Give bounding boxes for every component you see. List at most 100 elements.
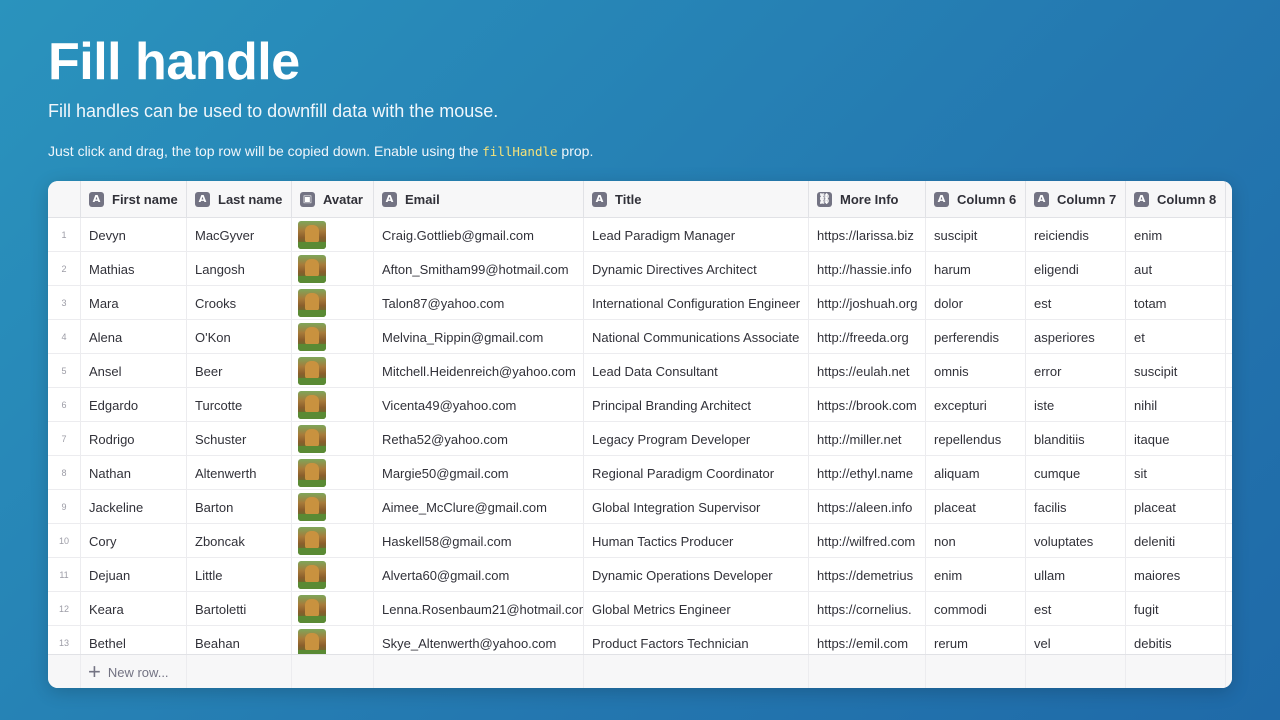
cell-email[interactable]: Retha52@yahoo.com [374, 422, 584, 456]
cell-last[interactable]: Langosh [187, 252, 292, 286]
cell-c6[interactable]: aliquam [926, 456, 1026, 490]
cell-c6[interactable]: harum [926, 252, 1026, 286]
cell-c8[interactable]: maiores [1126, 558, 1226, 592]
cell-email[interactable]: Talon87@yahoo.com [374, 286, 584, 320]
cell-email[interactable]: Alverta60@gmail.com [374, 558, 584, 592]
cell-c7[interactable]: reiciendis [1026, 218, 1126, 252]
cell-avatar[interactable] [292, 320, 374, 354]
cell-c6[interactable]: placeat [926, 490, 1026, 524]
cell-avatar[interactable] [292, 490, 374, 524]
cell-last[interactable]: Schuster [187, 422, 292, 456]
cell-c7[interactable]: ullam [1026, 558, 1126, 592]
cell-c6[interactable]: suscipit [926, 218, 1026, 252]
cell-c6[interactable]: perferendis [926, 320, 1026, 354]
cell-c7[interactable]: eligendi [1026, 252, 1126, 286]
cell-c6[interactable]: dolor [926, 286, 1026, 320]
new-row-button[interactable]: + New row... [88, 655, 169, 688]
cell-c6[interactable]: excepturi [926, 388, 1026, 422]
cell-avatar[interactable] [292, 558, 374, 592]
cell-first[interactable]: Jackeline [81, 490, 187, 524]
cell-first[interactable]: Nathan [81, 456, 187, 490]
cell-c7[interactable]: est [1026, 286, 1126, 320]
cell-avatar[interactable] [292, 456, 374, 490]
table-row[interactable]: 3 Mara Crooks Talon87@yahoo.com Internationa… [48, 286, 1232, 320]
cell-title[interactable]: Regional Paradigm Coordinator [584, 456, 809, 490]
cell-avatar[interactable] [292, 286, 374, 320]
table-row[interactable]: 12 Keara Bartoletti Lenna.Rosenbaum21@hotma… [48, 592, 1232, 626]
cell-last[interactable]: Altenwerth [187, 456, 292, 490]
column-header-9[interactable]: A Column 8 [1126, 181, 1226, 218]
cell-c8[interactable]: totam [1126, 286, 1226, 320]
cell-title[interactable]: National Communications Associate [584, 320, 809, 354]
cell-avatar[interactable] [292, 592, 374, 626]
cell-first[interactable]: Alena [81, 320, 187, 354]
cell-c7[interactable]: facilis [1026, 490, 1126, 524]
column-header-4[interactable]: A Email [374, 181, 584, 218]
cell-avatar[interactable] [292, 218, 374, 252]
table-row[interactable]: 4 Alena O'Kon Melvina_Rippin@gmail.com Natio… [48, 320, 1232, 354]
cell-first[interactable]: Mara [81, 286, 187, 320]
cell-first[interactable]: Ansel [81, 354, 187, 388]
cell-email[interactable]: Lenna.Rosenbaum21@hotmail.com [374, 592, 584, 626]
data-grid[interactable]: A First name A Last name ▣ Avatar A Email A Title… [48, 181, 1232, 688]
cell-avatar[interactable] [292, 354, 374, 388]
cell-last[interactable]: Beer [187, 354, 292, 388]
cell-c7[interactable]: iste [1026, 388, 1126, 422]
cell-info[interactable]: https://aleen.info [809, 490, 926, 524]
cell-c8[interactable]: sit [1126, 456, 1226, 490]
cell-c7[interactable]: blanditiis [1026, 422, 1126, 456]
cell-email[interactable]: Aimee_McClure@gmail.com [374, 490, 584, 524]
cell-last[interactable]: Bartoletti [187, 592, 292, 626]
column-header-6[interactable]: ⛓ More Info [809, 181, 926, 218]
cell-email[interactable]: Mitchell.Heidenreich@yahoo.com [374, 354, 584, 388]
column-header-8[interactable]: A Column 7 [1026, 181, 1126, 218]
cell-last[interactable]: Barton [187, 490, 292, 524]
cell-c6[interactable]: commodi [926, 592, 1026, 626]
cell-c8[interactable]: enim [1126, 218, 1226, 252]
cell-c6[interactable]: repellendus [926, 422, 1026, 456]
table-row[interactable]: 8 Nathan Altenwerth Margie50@gmail.com Regio… [48, 456, 1232, 490]
cell-title[interactable]: Global Metrics Engineer [584, 592, 809, 626]
cell-c8[interactable]: fugit [1126, 592, 1226, 626]
cell-email[interactable]: Craig.Gottlieb@gmail.com [374, 218, 584, 252]
cell-c8[interactable]: et [1126, 320, 1226, 354]
cell-info[interactable]: http://ethyl.name [809, 456, 926, 490]
cell-c8[interactable]: placeat [1126, 490, 1226, 524]
cell-info[interactable]: https://cornelius. [809, 592, 926, 626]
table-row[interactable]: 11 Dejuan Little Alverta60@gmail.com Dynamic… [48, 558, 1232, 592]
table-row[interactable]: 2 Mathias Langosh Afton_Smitham99@hotmail.c… [48, 252, 1232, 286]
cell-info[interactable]: http://miller.net [809, 422, 926, 456]
cell-email[interactable]: Melvina_Rippin@gmail.com [374, 320, 584, 354]
table-row[interactable]: 10 Cory Zboncak Haskell58@gmail.com Human Ta… [48, 524, 1232, 558]
cell-c6[interactable]: non [926, 524, 1026, 558]
cell-first[interactable]: Edgardo [81, 388, 187, 422]
cell-last[interactable]: Zboncak [187, 524, 292, 558]
column-header-2[interactable]: A Last name [187, 181, 292, 218]
cell-first[interactable]: Mathias [81, 252, 187, 286]
cell-email[interactable]: Vicenta49@yahoo.com [374, 388, 584, 422]
cell-title[interactable]: Dynamic Operations Developer [584, 558, 809, 592]
column-header-3[interactable]: ▣ Avatar [292, 181, 374, 218]
cell-title[interactable]: Human Tactics Producer [584, 524, 809, 558]
cell-email[interactable]: Margie50@gmail.com [374, 456, 584, 490]
cell-title[interactable]: Global Integration Supervisor [584, 490, 809, 524]
cell-info[interactable]: https://eulah.net [809, 354, 926, 388]
table-row[interactable]: 7 Rodrigo Schuster Retha52@yahoo.com Legacy … [48, 422, 1232, 456]
cell-c7[interactable]: error [1026, 354, 1126, 388]
cell-info[interactable]: http://joshuah.org [809, 286, 926, 320]
cell-c6[interactable]: omnis [926, 354, 1026, 388]
cell-title[interactable]: Principal Branding Architect [584, 388, 809, 422]
cell-last[interactable]: Turcotte [187, 388, 292, 422]
cell-avatar[interactable] [292, 388, 374, 422]
table-row[interactable]: 1 Devyn MacGyver Craig.Gottlieb@gmail.com Le… [48, 218, 1232, 252]
cell-avatar[interactable] [292, 252, 374, 286]
table-row[interactable]: 9 Jackeline Barton Aimee_McClure@gmail.com G… [48, 490, 1232, 524]
cell-info[interactable]: https://demetrius [809, 558, 926, 592]
cell-c8[interactable]: nihil [1126, 388, 1226, 422]
cell-c8[interactable]: deleniti [1126, 524, 1226, 558]
cell-last[interactable]: O'Kon [187, 320, 292, 354]
cell-first[interactable]: Cory [81, 524, 187, 558]
cell-c7[interactable]: cumque [1026, 456, 1126, 490]
column-header-5[interactable]: A Title [584, 181, 809, 218]
cell-info[interactable]: https://brook.com [809, 388, 926, 422]
